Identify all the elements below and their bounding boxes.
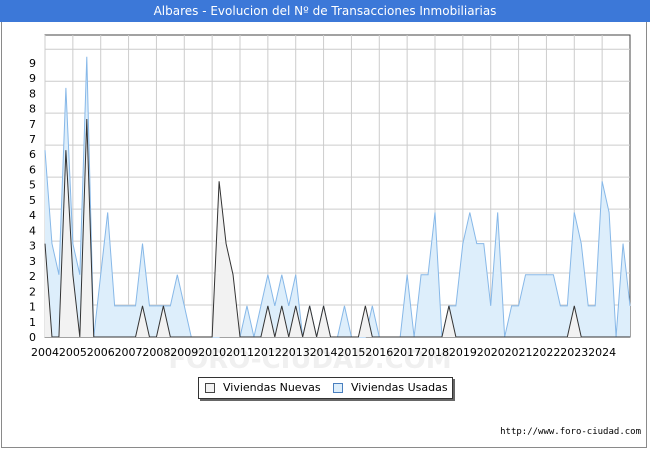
y-tick-label: 6 (29, 163, 36, 176)
y-tick-label: 2 (29, 285, 36, 298)
x-tick-label: 2017 (393, 346, 421, 359)
y-tick-label: 8 (29, 103, 36, 116)
y-tick-label: 3 (29, 240, 36, 253)
y-tick-label: 5 (29, 194, 36, 207)
x-tick-label: 2012 (254, 346, 282, 359)
x-tick-label: 2006 (87, 346, 115, 359)
y-tick-label: 5 (29, 179, 36, 192)
y-tick-label: 7 (29, 133, 36, 146)
y-tick-label: 9 (29, 57, 36, 70)
y-tick-label: 7 (29, 118, 36, 131)
legend-swatch-nuevas (205, 383, 215, 393)
x-tick-label: 2015 (337, 346, 365, 359)
y-tick-label: 3 (29, 255, 36, 268)
y-tick-label: 4 (29, 224, 36, 237)
x-tick-label: 2021 (505, 346, 533, 359)
x-tick-label: 2016 (365, 346, 393, 359)
y-tick-label: 0 (29, 331, 36, 344)
y-tick-label: 9 (29, 72, 36, 85)
legend-label-usadas: Viviendas Usadas (351, 381, 448, 394)
x-tick-label: 2013 (282, 346, 310, 359)
x-tick-label: 2010 (198, 346, 226, 359)
x-tick-label: 2022 (532, 346, 560, 359)
legend-swatch-usadas (333, 383, 343, 393)
y-tick-label: 1 (29, 316, 36, 329)
x-tick-label: 2024 (588, 346, 616, 359)
x-tick-label: 2011 (226, 346, 254, 359)
y-tick-label: 8 (29, 87, 36, 100)
x-tick-label: 2014 (310, 346, 338, 359)
x-tick-label: 2005 (59, 346, 87, 359)
legend: Viviendas Nuevas Viviendas Usadas (198, 377, 453, 399)
x-tick-label: 2018 (421, 346, 449, 359)
x-tick-label: 2007 (115, 346, 143, 359)
x-tick-label: 2019 (449, 346, 477, 359)
legend-label-nuevas: Viviendas Nuevas (223, 381, 321, 394)
x-tick-label: 2023 (560, 346, 588, 359)
x-tick-label: 2004 (31, 346, 59, 359)
y-tick-label: 1 (29, 301, 36, 314)
x-tick-label: 2020 (477, 346, 505, 359)
x-tick-label: 2008 (142, 346, 170, 359)
x-tick-label: 2009 (170, 346, 198, 359)
y-tick-label: 2 (29, 270, 36, 283)
source-url: http://www.foro-ciudad.com (500, 427, 641, 437)
y-tick-label: 4 (29, 209, 36, 222)
y-tick-label: 6 (29, 148, 36, 161)
